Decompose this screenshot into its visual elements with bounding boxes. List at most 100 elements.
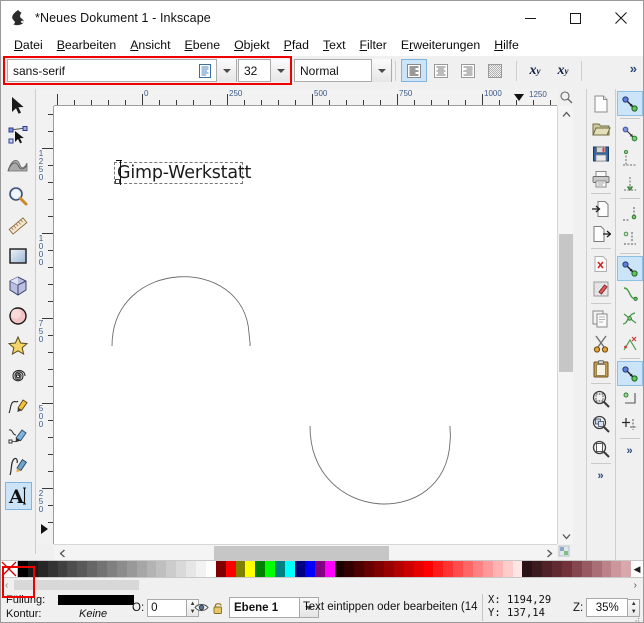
- palette-swatch[interactable]: [403, 561, 414, 577]
- snap-bbox-center-button[interactable]: [617, 226, 643, 251]
- zoom-page-button[interactable]: [588, 436, 614, 461]
- print-document-button[interactable]: [588, 166, 614, 191]
- palette-swatch[interactable]: [472, 561, 483, 577]
- snap-path-button[interactable]: [617, 281, 643, 306]
- snap-bbox-edge-button[interactable]: [617, 146, 643, 171]
- palette-swatch[interactable]: [107, 561, 117, 577]
- font-style-dropdown-arrow[interactable]: [371, 59, 391, 82]
- star-tool[interactable]: [3, 331, 34, 361]
- palette-swatch[interactable]: [255, 561, 266, 577]
- palette-swatch[interactable]: [344, 561, 355, 577]
- palette-swatch[interactable]: [166, 561, 177, 577]
- ellipse-tool[interactable]: [3, 301, 34, 331]
- snap-enable-button[interactable]: [616, 91, 643, 116]
- palette-swatch[interactable]: [37, 561, 48, 577]
- eye-icon[interactable]: [193, 599, 210, 616]
- palette-swatch[interactable]: [561, 561, 572, 577]
- palette-none-swatch[interactable]: [1, 561, 18, 577]
- calligraphy-tool[interactable]: [3, 451, 34, 481]
- node-editor-tool[interactable]: [3, 121, 34, 151]
- palette-swatch[interactable]: [423, 561, 434, 577]
- menu-text[interactable]: Text: [316, 35, 353, 56]
- new-document-button[interactable]: [588, 91, 614, 116]
- font-size-combo[interactable]: 32: [238, 59, 291, 82]
- subscript-button[interactable]: xy: [549, 59, 577, 82]
- canvas-horizontal-scrollbar[interactable]: [54, 544, 557, 560]
- palette-swatch[interactable]: [97, 561, 108, 577]
- palette-swatch[interactable]: [324, 561, 335, 577]
- scroll-right-button[interactable]: [541, 545, 557, 561]
- palette-swatch[interactable]: [304, 561, 315, 577]
- minimize-button[interactable]: [508, 1, 553, 35]
- palette-swatch[interactable]: [136, 561, 147, 577]
- color-palette[interactable]: ◀: [1, 560, 643, 578]
- font-family-dropdown-arrow[interactable]: [216, 59, 236, 82]
- import-button[interactable]: [588, 196, 614, 221]
- menu-objekt[interactable]: Objekt: [227, 35, 277, 56]
- palette-swatch[interactable]: [393, 561, 404, 577]
- palette-swatch[interactable]: [87, 561, 98, 577]
- cut-button[interactable]: [588, 331, 614, 356]
- palette-swatch[interactable]: [156, 561, 167, 577]
- palette-swatch[interactable]: [334, 561, 345, 577]
- scroll-down-button[interactable]: [558, 528, 574, 544]
- menu-ebene[interactable]: Ebene: [178, 35, 228, 56]
- palette-swatch[interactable]: [433, 561, 444, 577]
- measure-tool[interactable]: [3, 211, 34, 241]
- palette-swatch[interactable]: [482, 561, 493, 577]
- canvas-text-object[interactable]: Gimp-Werkstatt: [117, 163, 251, 183]
- spiral-tool[interactable]: [3, 361, 34, 391]
- palette-swatch[interactable]: [57, 561, 68, 577]
- text-toolbar-overflow-button[interactable]: »: [630, 61, 637, 76]
- zoom-tool[interactable]: [3, 181, 34, 211]
- command-bar-overflow-button[interactable]: »: [597, 470, 603, 482]
- palette-swatch[interactable]: [265, 561, 276, 577]
- palette-swatch[interactable]: [186, 561, 197, 577]
- palette-swatch[interactable]: [354, 561, 365, 577]
- palette-swatch[interactable]: [205, 561, 216, 577]
- export-button[interactable]: [588, 221, 614, 246]
- palette-swatch[interactable]: [126, 561, 137, 577]
- align-justify-button[interactable]: [482, 59, 508, 82]
- menu-ansicht[interactable]: Ansicht: [123, 35, 177, 56]
- horizontal-ruler[interactable]: 0 250 500 750 1000: [54, 89, 557, 106]
- zoom-input[interactable]: 35%: [586, 598, 629, 617]
- zoom-selection-button[interactable]: [588, 386, 614, 411]
- palette-swatch[interactable]: [67, 561, 78, 577]
- palette-swatch[interactable]: [522, 561, 533, 577]
- palette-swatch[interactable]: [453, 561, 464, 577]
- ruler-zoom-icon[interactable]: [559, 90, 573, 104]
- superscript-button[interactable]: xy: [521, 59, 549, 82]
- menu-erweiterungen[interactable]: Erweiterungen: [394, 35, 487, 56]
- snap-path-intersection-button[interactable]: [617, 306, 643, 331]
- palette-swatch[interactable]: [532, 561, 543, 577]
- palette-swatch[interactable]: [235, 561, 246, 577]
- palette-swatch[interactable]: [364, 561, 375, 577]
- menu-pfad[interactable]: Pfad: [277, 35, 316, 56]
- menu-filter[interactable]: Filter: [353, 35, 394, 56]
- palette-swatch[interactable]: [601, 561, 612, 577]
- selector-tool[interactable]: [3, 91, 34, 121]
- palette-swatch[interactable]: [502, 561, 513, 577]
- snap-bounding-box-button[interactable]: [617, 121, 643, 146]
- palette-swatch[interactable]: [225, 561, 236, 577]
- palette-swatch[interactable]: [77, 561, 88, 577]
- lower-arc-path[interactable]: [309, 425, 451, 505]
- palette-swatch[interactable]: [611, 561, 622, 577]
- palette-scroll-left-button[interactable]: ◀: [631, 561, 643, 577]
- snap-nodes-button[interactable]: [616, 256, 643, 281]
- align-center-button[interactable]: [428, 59, 454, 82]
- palette-swatch-strip[interactable]: [18, 561, 631, 577]
- box3d-tool[interactable]: [3, 271, 34, 301]
- close-document-button[interactable]: [588, 251, 614, 276]
- menu-bearbeiten[interactable]: Bearbeiten: [50, 35, 123, 56]
- palette-swatch[interactable]: [621, 561, 631, 577]
- font-size-dropdown-arrow[interactable]: [270, 59, 290, 82]
- align-right-button[interactable]: [455, 59, 481, 82]
- font-style-combo[interactable]: Normal: [294, 59, 392, 82]
- palette-swatch[interactable]: [512, 561, 523, 577]
- scroll-up-button[interactable]: [558, 106, 574, 122]
- canvas-vertical-scrollbar[interactable]: [557, 106, 573, 544]
- font-family-combo[interactable]: sans-serif: [7, 59, 237, 82]
- maximize-button[interactable]: [553, 1, 598, 35]
